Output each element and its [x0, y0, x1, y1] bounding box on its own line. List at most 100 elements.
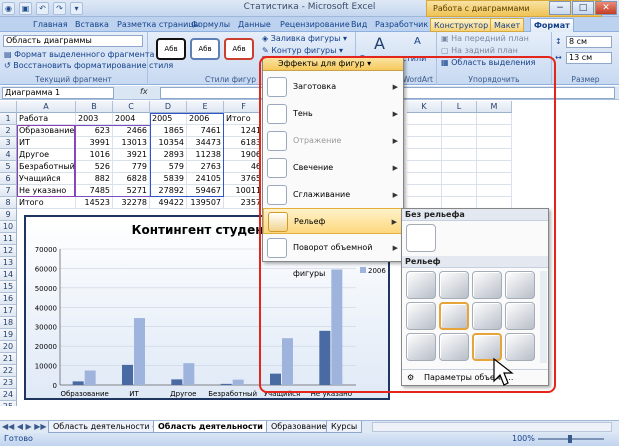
- shape-style-black[interactable]: Абв: [156, 38, 186, 60]
- bevel-option[interactable]: [406, 333, 436, 361]
- bevel-none-option[interactable]: [406, 224, 436, 252]
- shape-style-blue[interactable]: Абв: [190, 38, 220, 60]
- table-cell[interactable]: [442, 113, 477, 125]
- row-header[interactable]: 24: [0, 389, 17, 401]
- table-cell[interactable]: 139507: [187, 197, 224, 209]
- sheet-tab[interactable]: Область деятельности (2): [48, 421, 169, 433]
- table-cell[interactable]: [407, 149, 442, 161]
- table-cell[interactable]: [442, 173, 477, 185]
- row-header[interactable]: 23: [0, 377, 17, 389]
- table-cell[interactable]: [407, 173, 442, 185]
- row-header[interactable]: 8: [0, 197, 17, 209]
- table-cell[interactable]: [407, 185, 442, 197]
- table-cell[interactable]: [477, 125, 512, 137]
- row-header[interactable]: 19: [0, 329, 17, 341]
- row-header[interactable]: 20: [0, 341, 17, 353]
- name-box[interactable]: Диаграмма 1: [2, 87, 114, 99]
- bevel-option[interactable]: [439, 333, 469, 361]
- table-cell[interactable]: 10011: [224, 185, 259, 197]
- tab-formulas[interactable]: Формулы: [188, 18, 233, 32]
- row-header[interactable]: 9: [0, 209, 17, 221]
- text-fill-icon[interactable]: A: [374, 34, 385, 53]
- row-header[interactable]: 21: [0, 353, 17, 365]
- bevel-option[interactable]: [505, 302, 535, 330]
- tab-view[interactable]: Вид: [348, 18, 370, 32]
- table-cell[interactable]: 6183: [224, 137, 259, 149]
- gallery-scrollbar[interactable]: [540, 271, 547, 363]
- table-cell[interactable]: 32278: [113, 197, 150, 209]
- menu-item-shadow[interactable]: Тень ▶: [263, 101, 403, 127]
- sheet-nav-arrows[interactable]: ◀◀ ◀ ▶ ▶▶: [2, 422, 47, 431]
- bevel-option[interactable]: [439, 302, 469, 330]
- table-cell[interactable]: [477, 185, 512, 197]
- tab-data[interactable]: Данные: [235, 18, 274, 32]
- width-field[interactable]: 13 см: [566, 52, 612, 64]
- shape-outline-button[interactable]: ✎ Контур фигуры ▾: [262, 46, 343, 55]
- column-header[interactable]: B: [76, 101, 113, 113]
- column-header[interactable]: K: [407, 101, 442, 113]
- bevel-option[interactable]: [439, 271, 469, 299]
- table-cell[interactable]: [407, 125, 442, 137]
- row-header[interactable]: 14: [0, 269, 17, 281]
- column-header[interactable]: M: [477, 101, 512, 113]
- row-header[interactable]: 18: [0, 317, 17, 329]
- sheet-tab[interactable]: Образование: [266, 421, 332, 433]
- zoom-slider-thumb[interactable]: [568, 435, 572, 443]
- column-header[interactable]: L: [442, 101, 477, 113]
- row-header[interactable]: 4: [0, 149, 17, 161]
- row-header[interactable]: 10: [0, 221, 17, 233]
- table-cell[interactable]: [407, 113, 442, 125]
- row-header[interactable]: 15: [0, 281, 17, 293]
- table-cell[interactable]: [442, 161, 477, 173]
- table-cell[interactable]: Работа: [17, 113, 76, 125]
- row-header[interactable]: 7: [0, 185, 17, 197]
- bevel-option[interactable]: [505, 271, 535, 299]
- 3d-options-button[interactable]: ⚙ Параметры объема...: [402, 369, 548, 385]
- menu-item-soft-edges[interactable]: Сглаживание ▶: [263, 182, 403, 208]
- row-header[interactable]: 3: [0, 137, 17, 149]
- row-header[interactable]: 2: [0, 125, 17, 137]
- table-cell[interactable]: [407, 137, 442, 149]
- sheet-tab-active[interactable]: Область деятельности (3): [153, 421, 284, 433]
- row-header[interactable]: 17: [0, 305, 17, 317]
- column-header[interactable]: D: [150, 101, 187, 113]
- table-cell[interactable]: 2003: [76, 113, 113, 125]
- table-cell[interactable]: 49422: [150, 197, 187, 209]
- row-header[interactable]: 16: [0, 293, 17, 305]
- tab-home[interactable]: Главная: [30, 18, 71, 32]
- table-cell[interactable]: 1241: [224, 125, 259, 137]
- table-cell[interactable]: [477, 137, 512, 149]
- table-cell[interactable]: 46: [224, 161, 259, 173]
- row-header[interactable]: 6: [0, 173, 17, 185]
- tab-design[interactable]: Конструктор: [430, 18, 493, 32]
- table-cell[interactable]: [477, 161, 512, 173]
- table-cell[interactable]: 3765: [224, 173, 259, 185]
- row-header[interactable]: 5: [0, 161, 17, 173]
- minimize-button[interactable]: −: [549, 1, 571, 15]
- selection-pane-button[interactable]: ▦ Область выделения: [441, 58, 535, 67]
- menu-item-glow[interactable]: Свечение ▶: [263, 155, 403, 181]
- table-cell[interactable]: 1906: [224, 149, 259, 161]
- table-cell[interactable]: [477, 173, 512, 185]
- column-header[interactable]: F: [224, 101, 259, 113]
- column-header[interactable]: C: [113, 101, 150, 113]
- row-header[interactable]: 13: [0, 257, 17, 269]
- row-header[interactable]: 11: [0, 233, 17, 245]
- table-cell[interactable]: [442, 137, 477, 149]
- column-header[interactable]: A: [17, 101, 76, 113]
- table-cell[interactable]: Итого: [224, 113, 259, 125]
- bring-front-button[interactable]: ▣ На передний план: [441, 34, 529, 43]
- tab-layout[interactable]: Макет: [490, 18, 525, 32]
- table-cell[interactable]: [477, 113, 512, 125]
- bevel-option[interactable]: [472, 302, 502, 330]
- tab-format[interactable]: Формат: [530, 18, 574, 32]
- select-all[interactable]: [0, 101, 17, 113]
- table-cell[interactable]: 2004: [113, 113, 150, 125]
- send-back-button[interactable]: ▢ На задний план: [441, 46, 518, 55]
- column-header[interactable]: E: [187, 101, 224, 113]
- shape-effects-button[interactable]: Эффекты для фигур ▾: [263, 57, 403, 71]
- maximize-button[interactable]: □: [572, 1, 594, 15]
- table-cell[interactable]: [407, 161, 442, 173]
- tab-insert[interactable]: Вставка: [72, 18, 112, 32]
- text-outline-icon[interactable]: A: [414, 36, 421, 47]
